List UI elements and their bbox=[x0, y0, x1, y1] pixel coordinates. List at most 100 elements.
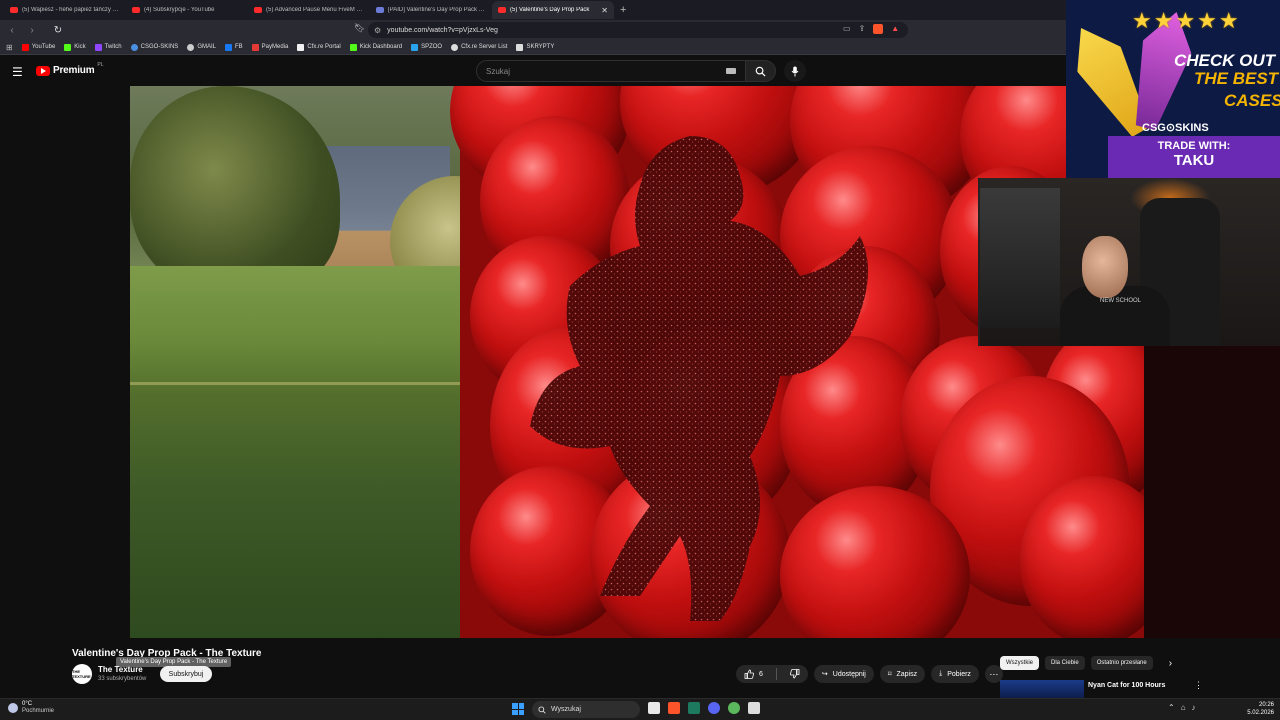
discord-icon[interactable] bbox=[708, 702, 720, 714]
bookmark-cfx-server-list[interactable]: Cfx.re Server List bbox=[451, 43, 507, 51]
chip-recently-uploaded[interactable]: Ostatnio przesłane bbox=[1090, 656, 1153, 670]
share-icon[interactable]: ⇪ bbox=[859, 24, 866, 34]
bookmark-icon[interactable]: 🔖︎ bbox=[354, 23, 365, 34]
subscribe-button[interactable]: Subskrybuj bbox=[160, 666, 212, 682]
video-player[interactable] bbox=[130, 86, 1144, 638]
brave-shields-icon[interactable] bbox=[873, 24, 884, 34]
browser-tab[interactable]: (5) Advanced Pause Menu FiveM Script bbox=[248, 1, 370, 19]
more-vert-icon[interactable]: ⋮ bbox=[1194, 680, 1203, 691]
webcam-shelf bbox=[980, 188, 1060, 328]
bookmark-kick-dashboard[interactable]: Kick Dashboard bbox=[349, 43, 403, 51]
obs-icon[interactable] bbox=[748, 702, 760, 714]
browser-tab-active[interactable]: (5) Valentine's Day Prop Pack ✕ bbox=[492, 1, 614, 19]
browser-tab[interactable]: (5) Wapiesz - hehe papież tańczy - YouTu… bbox=[4, 1, 126, 19]
video-lawn-line bbox=[130, 382, 510, 385]
weather-widget[interactable]: 0°C Pochmurnie bbox=[8, 701, 54, 715]
thumbs-up-icon bbox=[744, 669, 754, 679]
chip-for-you[interactable]: Dla Ciebie bbox=[1045, 656, 1085, 670]
back-arrow-icon[interactable]: ‹ bbox=[4, 25, 20, 36]
download-icon: ⤓ bbox=[939, 670, 943, 677]
webcam-person-head bbox=[1082, 236, 1128, 298]
browser-tab[interactable]: [PAID] Valentine's Day Prop Pack - The T… bbox=[370, 1, 492, 19]
tab-label: (5) Valentine's Day Prop Pack bbox=[510, 7, 590, 13]
chevron-up-icon[interactable]: ⌃ bbox=[1168, 703, 1175, 712]
bookmark-label: Kick bbox=[74, 44, 86, 50]
reload-icon[interactable]: ↻ bbox=[50, 25, 66, 36]
search-input[interactable]: Szukaj bbox=[476, 60, 746, 82]
recommendation-title[interactable]: Nyan Cat for 100 Hours bbox=[1088, 682, 1165, 689]
youtube-icon bbox=[254, 7, 262, 13]
share-button[interactable]: ↪ Udostępnij bbox=[813, 665, 874, 683]
folder-icon bbox=[516, 43, 524, 51]
video-actions: 6 ↪ Udostępnij ⌑ Zapisz ⤓ Pobierz ⋯ bbox=[736, 665, 1003, 683]
forward-arrow-icon[interactable]: › bbox=[24, 25, 40, 36]
download-button[interactable]: ⤓ Pobierz bbox=[931, 665, 979, 683]
ad-brand: CSG⊙SKINS bbox=[1142, 122, 1209, 134]
bookmark-csgo-skins[interactable]: CSGO-SKINS bbox=[130, 43, 178, 51]
xbox-icon[interactable] bbox=[688, 702, 700, 714]
keyboard-icon[interactable] bbox=[726, 68, 736, 74]
browser-tab[interactable]: (4) Subskrypcje - YouTube bbox=[126, 1, 248, 19]
thumbs-down-icon bbox=[789, 669, 800, 679]
tab-label: [PAID] Valentine's Day Prop Pack - The T… bbox=[388, 7, 486, 13]
taskbar-search[interactable]: Wyszukaj bbox=[532, 701, 640, 718]
bookmark-spzoo[interactable]: SPZOO bbox=[411, 43, 442, 51]
bookmark-paymedia[interactable]: PayMedia bbox=[251, 43, 288, 51]
search-placeholder: Szukaj bbox=[486, 66, 511, 76]
webcam-overlay: NEW SCHOOL bbox=[978, 178, 1280, 346]
bookmark-cfx-portal[interactable]: Cfx.re Portal bbox=[297, 43, 341, 51]
windows-taskbar: 0°C Pochmurnie Wyszukaj ⌃ ⌂ ♪ 20:26 5.02… bbox=[0, 698, 1280, 720]
search-button[interactable] bbox=[746, 60, 776, 82]
search-bar: Szukaj bbox=[476, 60, 776, 82]
youtube-icon bbox=[132, 7, 140, 13]
bookmark-youtube[interactable]: YouTube bbox=[21, 43, 56, 51]
bookmark-label: YouTube bbox=[31, 44, 56, 50]
new-tab-button[interactable]: + bbox=[620, 4, 626, 16]
apps-grid-icon[interactable]: ⊞ bbox=[6, 43, 13, 52]
chip-all[interactable]: Wszystkie bbox=[1000, 656, 1039, 670]
file-explorer-icon[interactable] bbox=[648, 702, 660, 714]
star-rating-icon: ★★★★★ bbox=[1132, 8, 1241, 33]
bookmark-label: GMAIL bbox=[197, 44, 216, 50]
bookmark-kick[interactable]: Kick bbox=[64, 43, 86, 51]
windows-start-icon[interactable] bbox=[512, 703, 524, 715]
like-button[interactable]: 6 bbox=[736, 665, 771, 683]
logo-country: PL bbox=[97, 61, 104, 68]
bookmark-twitch[interactable]: Twitch bbox=[94, 43, 122, 51]
ad-trade-name: TAKU bbox=[1173, 152, 1215, 169]
network-icon[interactable]: ⌂ bbox=[1181, 703, 1186, 712]
youtube-icon bbox=[498, 7, 506, 13]
bookmark-skrypty[interactable]: SKRYPTY bbox=[516, 43, 555, 51]
brave-browser-icon[interactable] bbox=[668, 702, 680, 714]
url-field[interactable]: ⚙︎ youtube.com/watch?v=pVjzxLs-Veg bbox=[368, 22, 908, 38]
youtube-premium-logo[interactable]: Premium PL bbox=[36, 61, 104, 76]
tab-label: (4) Subskrypcje - YouTube bbox=[144, 7, 215, 13]
bookmark-label: SKRYPTY bbox=[526, 44, 555, 50]
system-clock[interactable]: 20:26 5.02.2026 bbox=[1240, 701, 1274, 717]
channel-avatar[interactable]: THE TEXTURE bbox=[72, 664, 92, 684]
volume-icon[interactable]: ♪ bbox=[1192, 703, 1196, 712]
youtube-play-icon bbox=[36, 65, 50, 76]
chevron-right-icon[interactable]: › bbox=[1169, 658, 1172, 669]
close-tab-icon[interactable]: ✕ bbox=[601, 6, 608, 15]
recommendation-thumbnail[interactable] bbox=[1000, 680, 1084, 700]
kick-icon bbox=[349, 43, 357, 51]
recommendation-item[interactable]: Nyan Cat for 100 Hours ⋮ bbox=[1000, 680, 1280, 700]
save-button[interactable]: ⌑ Zapisz bbox=[879, 665, 926, 683]
bookmark-fb[interactable]: FB bbox=[225, 43, 243, 51]
youtube-icon bbox=[10, 7, 18, 13]
globe-icon bbox=[451, 43, 459, 51]
menu-icon[interactable]: ☰ bbox=[12, 65, 23, 79]
channel-name[interactable]: The Texture bbox=[98, 665, 143, 674]
cast-icon[interactable]: ▭ bbox=[843, 24, 851, 34]
clock-date: 5.02.2026 bbox=[1247, 710, 1274, 716]
brave-rewards-icon[interactable]: ▲ bbox=[891, 24, 899, 34]
dislike-button[interactable] bbox=[782, 665, 808, 683]
search-icon bbox=[755, 66, 766, 77]
voice-search-button[interactable] bbox=[784, 60, 806, 82]
bookmark-gmail[interactable]: GMAIL bbox=[187, 43, 216, 51]
app-icon[interactable] bbox=[728, 702, 740, 714]
bookmark-label: Kick Dashboard bbox=[359, 44, 403, 50]
ad-headline: CHECK OUT bbox=[1174, 51, 1276, 70]
site-settings-icon[interactable]: ⚙︎ bbox=[374, 26, 381, 35]
